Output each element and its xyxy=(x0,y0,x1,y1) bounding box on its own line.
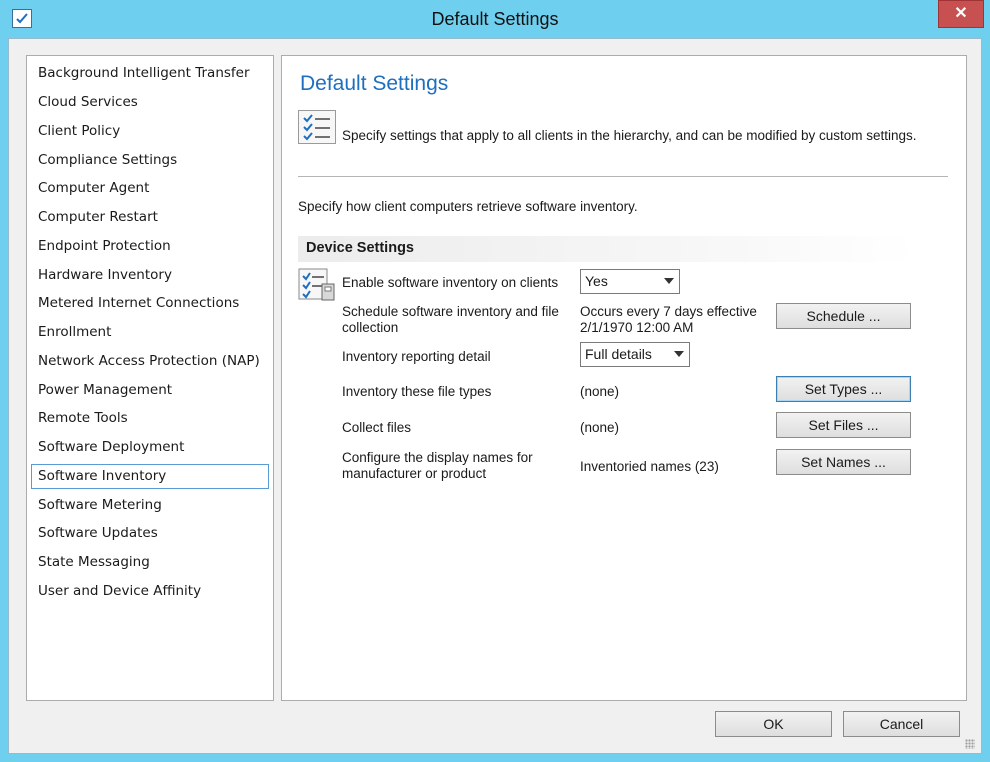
reporting-detail-select[interactable]: Full details xyxy=(580,342,690,367)
close-button[interactable]: ✕ xyxy=(938,0,984,28)
collect-files-value: (none) xyxy=(580,420,620,435)
ok-button[interactable]: OK xyxy=(715,711,832,737)
file-types-value: (none) xyxy=(580,384,620,399)
intro-text: Specify how client computers retrieve so… xyxy=(298,199,638,214)
settings-checklist-icon xyxy=(298,268,336,302)
sidebar-item-cloud-services[interactable]: Cloud Services xyxy=(31,90,269,115)
enable-inventory-select[interactable]: Yes xyxy=(580,269,680,294)
sidebar-item-bits[interactable]: Background Intelligent Transfer xyxy=(31,61,269,86)
chevron-down-icon xyxy=(664,278,674,284)
resize-grip-icon[interactable] xyxy=(965,739,975,749)
sidebar-item-power-management[interactable]: Power Management xyxy=(31,378,269,403)
schedule-value-line1: Occurs every 7 days effective xyxy=(580,304,757,319)
dialog-window: Default Settings ✕ Background Intelligen… xyxy=(0,0,990,762)
sidebar-item-software-metering[interactable]: Software Metering xyxy=(31,493,269,518)
sidebar-item-user-device-affinity[interactable]: User and Device Affinity xyxy=(31,579,269,604)
sidebar-item-computer-agent[interactable]: Computer Agent xyxy=(31,176,269,201)
sidebar-item-remote-tools[interactable]: Remote Tools xyxy=(31,406,269,431)
chevron-down-icon xyxy=(674,351,684,357)
sidebar-item-software-deployment[interactable]: Software Deployment xyxy=(31,435,269,460)
sidebar-item-compliance-settings[interactable]: Compliance Settings xyxy=(31,148,269,173)
dialog-body: Background Intelligent Transfer Cloud Se… xyxy=(8,38,982,754)
enable-inventory-label: Enable software inventory on clients xyxy=(342,275,559,290)
schedule-label-line2: collection xyxy=(342,320,399,335)
cancel-button[interactable]: Cancel xyxy=(843,711,960,737)
set-files-button[interactable]: Set Files ... xyxy=(776,412,911,438)
title-bar[interactable]: Default Settings ✕ xyxy=(0,0,990,38)
header-description: Specify settings that apply to all clien… xyxy=(342,128,917,143)
settings-category-list: Background Intelligent Transfer Cloud Se… xyxy=(26,55,274,701)
schedule-value-line2: 2/1/1970 12:00 AM xyxy=(580,320,694,335)
reporting-detail-label: Inventory reporting detail xyxy=(342,349,491,364)
sidebar-item-software-updates[interactable]: Software Updates xyxy=(31,521,269,546)
set-types-button[interactable]: Set Types ... xyxy=(776,376,911,402)
sidebar-item-nap[interactable]: Network Access Protection (NAP) xyxy=(31,349,269,374)
file-types-label: Inventory these file types xyxy=(342,384,492,399)
sidebar-item-client-policy[interactable]: Client Policy xyxy=(31,119,269,144)
sidebar-item-endpoint-protection[interactable]: Endpoint Protection xyxy=(31,234,269,259)
sidebar-item-metered-internet[interactable]: Metered Internet Connections xyxy=(31,291,269,316)
device-settings-header: Device Settings xyxy=(298,236,916,262)
sidebar-item-software-inventory[interactable]: Software Inventory xyxy=(31,464,269,489)
sidebar-item-state-messaging[interactable]: State Messaging xyxy=(31,550,269,575)
collect-files-label: Collect files xyxy=(342,420,412,435)
sidebar-item-enrollment[interactable]: Enrollment xyxy=(31,320,269,345)
window-title: Default Settings xyxy=(431,9,559,29)
display-names-value: Inventoried names (23) xyxy=(580,459,719,474)
display-names-label-line2: manufacturer or product xyxy=(342,466,487,481)
page-title: Default Settings xyxy=(300,72,449,95)
set-names-button[interactable]: Set Names ... xyxy=(776,449,911,475)
divider xyxy=(298,176,948,177)
section-title: Device Settings xyxy=(306,240,414,256)
sidebar-item-computer-restart[interactable]: Computer Restart xyxy=(31,205,269,230)
display-names-label-line1: Configure the display names for xyxy=(342,450,533,465)
enable-inventory-value: Yes xyxy=(585,273,608,289)
settings-panel: Default Settings Specify settings that a… xyxy=(281,55,967,701)
schedule-label-line1: Schedule software inventory and file xyxy=(342,304,559,319)
checklist-icon xyxy=(298,110,336,144)
schedule-button[interactable]: Schedule ... xyxy=(776,303,911,329)
reporting-detail-value: Full details xyxy=(585,346,652,362)
sidebar-item-hardware-inventory[interactable]: Hardware Inventory xyxy=(31,263,269,288)
